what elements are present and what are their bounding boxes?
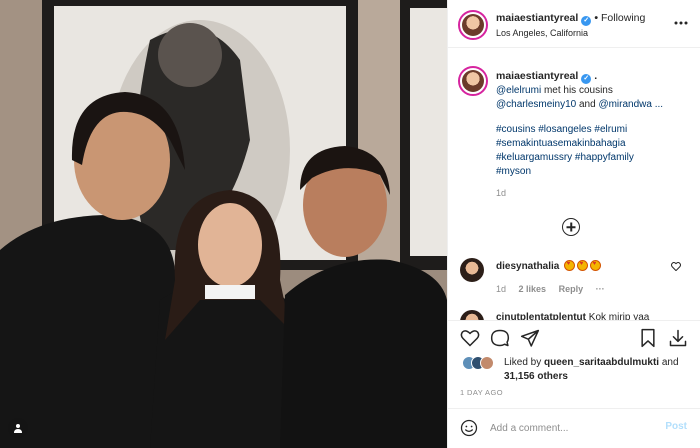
post-sidebar: maiaestiantyreal ✓ • Following Los Angeles,… <box>447 0 700 448</box>
caption-age: 1d <box>496 188 507 198</box>
following-button[interactable]: Following <box>601 12 645 24</box>
comment-username[interactable]: diesynathalia <box>496 261 559 272</box>
comment-options-icon[interactable]: ··· <box>596 284 605 294</box>
comment-bubble-icon[interactable] <box>490 328 510 348</box>
download-icon[interactable] <box>668 328 688 348</box>
comment-line: cinutplentatplentut Kok mirip yaa <box>496 312 649 320</box>
commenter-avatar[interactable] <box>460 258 484 282</box>
post-header: maiaestiantyreal ✓ • Following Los Angeles,… <box>448 0 700 48</box>
bookmark-icon[interactable] <box>638 328 658 348</box>
hashtag-link[interactable]: #myson <box>496 165 692 179</box>
commenter-avatar[interactable] <box>460 310 484 320</box>
caption-author-avatar[interactable] <box>458 66 488 96</box>
likes-count[interactable]: 31,156 others <box>504 371 568 382</box>
reply-button[interactable]: Reply <box>559 284 584 294</box>
post-timestamp[interactable]: 1 DAY AGO <box>460 388 503 397</box>
heart-eyes-emoji-icon <box>577 260 589 271</box>
photo-illustration <box>0 0 447 448</box>
likes-and: and <box>659 357 679 368</box>
mention-link[interactable]: @charlesmeiny10 <box>496 99 576 110</box>
post-location[interactable]: Los Angeles, California <box>496 28 588 38</box>
hashtag-list: #cousins #losangeles #elrumi #semakintua… <box>496 123 692 179</box>
ellipsis-icon[interactable] <box>674 16 688 26</box>
comment-composer: Post <box>448 408 700 448</box>
action-bar <box>448 320 700 350</box>
caption-username[interactable]: maiaestiantyreal <box>496 70 578 82</box>
comment-meta: 1d 2 likes Reply ··· <box>496 284 615 294</box>
post-photo[interactable] <box>0 0 447 448</box>
emoji-smiley-icon[interactable] <box>460 419 478 437</box>
comment-likes[interactable]: 2 likes <box>519 284 547 294</box>
likes-text: Liked by queen_saritaabdulmukti and 31,1… <box>504 356 700 384</box>
caption-trailing: . <box>594 70 598 82</box>
hashtag-link[interactable]: #cousins #losangeles #elrumi <box>496 123 692 137</box>
caption-and: and <box>576 99 599 110</box>
add-comment-input[interactable] <box>490 419 650 437</box>
separator: • <box>594 12 598 24</box>
caption-text: @elelrumi met his cousins @charlesmeiny1… <box>496 84 692 112</box>
tagged-users-icon[interactable] <box>8 418 28 438</box>
instagram-post: maiaestiantyreal ✓ • Following Los Angeles,… <box>0 0 700 448</box>
author-line: maiaestiantyreal ✓ • Following <box>496 12 645 26</box>
caption-author-line: maiaestiantyreal ✓ . <box>496 70 597 84</box>
verified-badge-icon: ✓ <box>581 74 592 84</box>
verified-badge-icon: ✓ <box>581 16 592 26</box>
author-username[interactable]: maiaestiantyreal <box>496 12 578 24</box>
liker-avatars <box>462 356 502 370</box>
likes-summary: Liked by queen_saritaabdulmukti and 31,1… <box>462 354 697 384</box>
liker-avatar <box>480 356 494 370</box>
comment-text: Kok mirip yaa <box>588 312 650 320</box>
heart-eyes-emoji-icon <box>590 260 602 271</box>
share-paper-plane-icon[interactable] <box>520 328 540 348</box>
comment-username[interactable]: cinutplentatplentut <box>496 312 586 320</box>
post-comment-button[interactable]: Post <box>665 421 687 432</box>
heart-eyes-emoji-icon <box>564 260 576 271</box>
like-comment-heart-icon[interactable] <box>671 262 681 274</box>
comment-age: 1d <box>496 284 507 294</box>
mention-link[interactable]: @elelrumi <box>496 85 541 96</box>
heart-icon[interactable] <box>460 328 480 348</box>
caption-line1-text: met his cousins <box>541 85 613 96</box>
comment-line: diesynathalia <box>496 260 602 272</box>
hashtag-link[interactable]: #keluargamussry #happyfamily <box>496 151 692 165</box>
author-avatar[interactable] <box>458 10 488 40</box>
liked-by-user[interactable]: queen_saritaabdulmukti <box>544 357 659 368</box>
mention-link[interactable]: @mirandwa ... <box>598 99 663 110</box>
load-more-comments-icon[interactable] <box>562 218 580 236</box>
comments-section: maiaestiantyreal ✓ . @elelrumi met his co… <box>448 48 700 320</box>
hashtag-link[interactable]: #semakintuasemakinbahagia <box>496 137 692 151</box>
liked-by-label: Liked by <box>504 357 542 368</box>
